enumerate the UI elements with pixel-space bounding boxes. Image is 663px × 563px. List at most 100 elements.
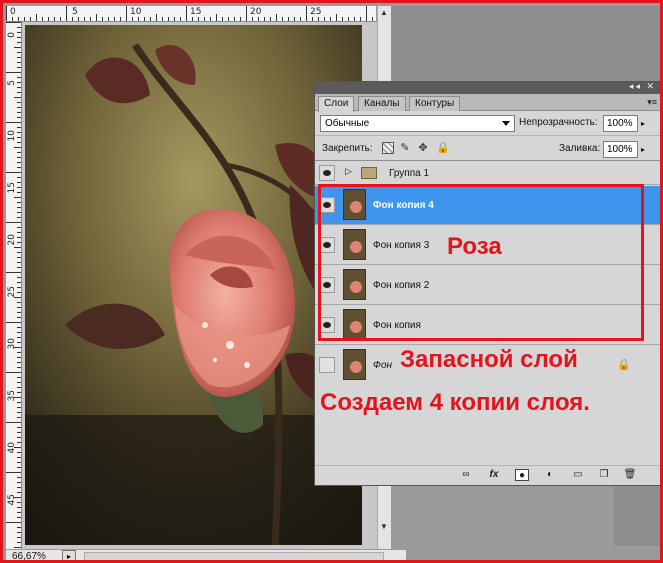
ruler-tick — [17, 242, 21, 243]
ruler-tick — [150, 17, 151, 21]
scroll-down-icon[interactable]: ▼ — [380, 522, 388, 531]
ruler-tick — [78, 17, 79, 21]
ruler-tick — [17, 382, 21, 383]
lock-row: Закрепить: ✎ ✥ 🔒 Заливка: 100% ▸ — [315, 137, 660, 161]
group-name: Группа 1 — [389, 168, 430, 179]
ruler-tick — [288, 17, 289, 21]
fill-arrow-icon[interactable]: ▸ — [641, 141, 649, 158]
ruler-tick — [372, 17, 373, 21]
ruler-tick — [17, 112, 21, 113]
ruler-tick — [17, 367, 21, 368]
ruler-tick — [17, 152, 21, 153]
ruler-tick — [17, 292, 21, 293]
workspace-background — [391, 6, 660, 83]
ruler-tick — [174, 17, 175, 21]
ruler-tick — [17, 342, 21, 343]
move-icon[interactable]: ✥ — [417, 142, 429, 154]
ruler-tick — [17, 527, 21, 528]
ruler-tick — [324, 17, 325, 21]
layer-group-row[interactable]: ▷ Группа 1 — [315, 162, 660, 185]
ruler-tick — [354, 17, 355, 21]
ruler-tick — [162, 17, 163, 21]
document-info-icon[interactable]: ▸ — [62, 550, 76, 560]
layer-name: Фон — [373, 360, 393, 371]
link-icon[interactable]: ∞ — [459, 469, 473, 481]
ruler-tick — [17, 407, 21, 408]
ruler-tick — [96, 14, 97, 21]
ruler-tick — [168, 17, 169, 21]
ruler-tick — [17, 27, 21, 28]
horizontal-scrollbar[interactable] — [84, 552, 384, 560]
expand-triangle-icon[interactable]: ▷ — [345, 166, 352, 177]
ruler-tick — [17, 137, 21, 138]
brush-icon[interactable]: ✎ — [399, 142, 411, 154]
ruler-tick — [252, 17, 253, 21]
opacity-arrow-icon[interactable]: ▸ — [641, 115, 649, 132]
ruler-number: 15 — [190, 7, 202, 17]
ruler-tick — [17, 517, 21, 518]
blend-mode-select[interactable]: Обычные — [320, 115, 515, 132]
ruler-tick — [17, 37, 21, 38]
ruler-tick — [17, 282, 21, 283]
zoom-level[interactable]: 66,67% — [12, 551, 46, 560]
ruler-tick — [17, 417, 21, 418]
opacity-label: Непрозрачность: — [519, 117, 598, 128]
ruler-tick — [6, 522, 21, 523]
panel-tabs: Слои Каналы Контуры ▾≡ — [315, 94, 660, 112]
ruler-tick — [192, 17, 193, 21]
folder-icon[interactable]: ▭ — [571, 469, 585, 481]
ruler-tick — [17, 182, 21, 183]
ruler-tick — [186, 6, 187, 21]
ruler-tick — [66, 6, 67, 21]
ruler-tick — [12, 17, 13, 21]
ruler-tick — [17, 357, 21, 358]
annotation-create-copies: Создаем 4 копии слоя. — [320, 389, 590, 416]
ruler-tick — [258, 17, 259, 21]
eye-icon[interactable] — [319, 165, 335, 181]
ruler-tick — [17, 467, 21, 468]
ruler-tick — [17, 227, 21, 228]
ruler-tick — [198, 17, 199, 21]
adjustment-icon[interactable]: ◐ — [543, 469, 557, 481]
tab-channels[interactable]: Каналы — [358, 96, 406, 111]
blend-row: Обычные Непрозрачность: 100% ▸ — [315, 112, 660, 136]
ruler-tick — [17, 132, 21, 133]
ruler-tick — [6, 272, 21, 273]
ruler-tick — [36, 14, 37, 21]
eye-hidden-icon[interactable] — [319, 357, 335, 373]
ruler-tick — [17, 332, 21, 333]
blend-mode-value: Обычные — [325, 118, 370, 129]
ruler-tick — [14, 147, 21, 148]
trash-icon[interactable]: 🗑 — [623, 469, 637, 481]
ruler-tick — [17, 337, 21, 338]
ruler-tick — [17, 142, 21, 143]
fill-field[interactable]: 100% — [603, 141, 638, 158]
ruler-tick — [17, 542, 21, 543]
new-layer-icon[interactable]: ❐ — [597, 469, 611, 481]
tab-paths[interactable]: Контуры — [409, 96, 461, 111]
panel-menu-icon[interactable]: ▾≡ — [647, 97, 657, 108]
tab-layers[interactable]: Слои — [318, 96, 355, 112]
ruler-tick — [360, 17, 361, 21]
lock-icon[interactable]: 🔒 — [436, 142, 450, 154]
collapse-icon[interactable]: ◂◂ ✕ — [629, 81, 656, 92]
ruler-tick — [17, 532, 21, 533]
mask-icon[interactable]: ● — [515, 469, 529, 481]
ruler-tick — [17, 107, 21, 108]
scroll-up-icon[interactable]: ▲ — [380, 8, 388, 17]
ruler-tick — [17, 317, 21, 318]
ruler-number: 25 — [7, 286, 17, 298]
rose-photo[interactable] — [25, 25, 362, 545]
ruler-tick — [17, 42, 21, 43]
ruler-tick — [14, 247, 21, 248]
fx-icon[interactable]: fx — [487, 469, 501, 481]
ruler-tick — [126, 6, 127, 21]
ruler-tick — [17, 457, 21, 458]
panel-titlebar[interactable]: ◂◂ ✕ — [315, 81, 660, 94]
ruler-number: 15 — [7, 182, 17, 194]
opacity-field[interactable]: 100% — [603, 115, 638, 132]
lock-transparent-icon[interactable] — [382, 142, 394, 154]
ruler-tick — [17, 212, 21, 213]
ruler-tick — [17, 502, 21, 503]
ruler-tick — [17, 477, 21, 478]
